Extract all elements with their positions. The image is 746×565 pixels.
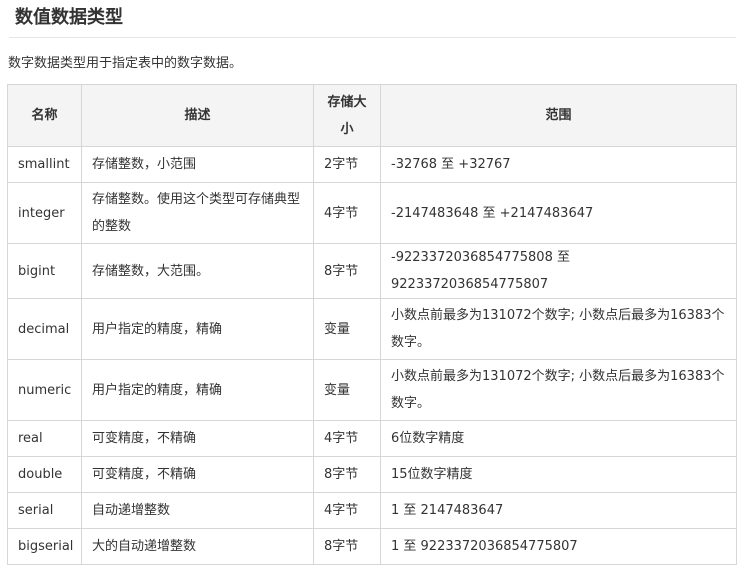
type-name-cell: decimal	[7, 298, 82, 360]
type-name-cell: bigserial	[7, 528, 82, 565]
description-cell: 用户指定的精度，精确	[81, 298, 314, 360]
description-cell: 自动递增整数	[81, 492, 314, 529]
description-cell: 可变精度，不精确	[81, 456, 314, 493]
type-name-cell: bigint	[7, 243, 82, 299]
range-cell: -9223372036854775808 至 92233720368547758…	[380, 243, 737, 299]
type-name-cell: numeric	[7, 359, 82, 421]
table-row: integer 存储整数。使用这个类型可存储典型的整数 4字节 -2147483…	[7, 182, 737, 244]
column-header-description: 描述	[81, 84, 314, 147]
column-header-range: 范围	[380, 84, 737, 147]
page: 数值数据类型 数字数据类型用于指定表中的数字数据。 名称 描述 存储大小 范围 …	[0, 0, 746, 565]
range-cell: 6位数字精度	[380, 420, 737, 457]
storage-size-cell: 4字节	[313, 492, 381, 529]
table-row: bigserial 大的自动递增整数 8字节 1 至 9223372036854…	[7, 528, 737, 565]
column-header-storage-size: 存储大小	[313, 84, 381, 147]
description-cell: 大的自动递增整数	[81, 528, 314, 565]
storage-size-cell: 8字节	[313, 528, 381, 565]
table-row: real 可变精度，不精确 4字节 6位数字精度	[7, 420, 737, 457]
range-cell: 1 至 9223372036854775807	[380, 528, 737, 565]
storage-size-cell: 变量	[313, 359, 381, 421]
description-cell: 可变精度，不精确	[81, 420, 314, 457]
description-cell: 用户指定的精度，精确	[81, 359, 314, 421]
description-cell: 存储整数，小范围	[81, 146, 314, 183]
table-row: double 可变精度，不精确 8字节 15位数字精度	[7, 456, 737, 493]
table-row: decimal 用户指定的精度，精确 变量 小数点前最多为131072个数字; …	[7, 298, 737, 360]
range-cell: -2147483648 至 +2147483647	[380, 182, 737, 244]
column-header-name: 名称	[7, 84, 82, 147]
range-cell: 1 至 2147483647	[380, 492, 737, 529]
range-cell: 小数点前最多为131072个数字; 小数点后最多为16383个数字。	[380, 298, 737, 360]
table-row: smallint 存储整数，小范围 2字节 -32768 至 +32767	[7, 146, 737, 183]
table-row: serial 自动递增整数 4字节 1 至 2147483647	[7, 492, 737, 529]
table-row: numeric 用户指定的精度，精确 变量 小数点前最多为131072个数字; …	[7, 359, 737, 421]
type-name-cell: serial	[7, 492, 82, 529]
range-cell: 15位数字精度	[380, 456, 737, 493]
description-cell: 存储整数，大范围。	[81, 243, 314, 299]
type-name-cell: double	[7, 456, 82, 493]
range-cell: 小数点前最多为131072个数字; 小数点后最多为16383个数字。	[380, 359, 737, 421]
section-heading: 数值数据类型	[15, 7, 123, 28]
storage-size-cell: 2字节	[313, 146, 381, 183]
storage-size-cell: 8字节	[313, 243, 381, 299]
table-header-row: 名称 描述 存储大小 范围	[7, 84, 737, 147]
table-row: bigint 存储整数，大范围。 8字节 -922337203685477580…	[7, 243, 737, 299]
type-name-cell: smallint	[7, 146, 82, 183]
description-cell: 存储整数。使用这个类型可存储典型的整数	[81, 182, 314, 244]
storage-size-cell: 变量	[313, 298, 381, 360]
range-cell: -32768 至 +32767	[380, 146, 737, 183]
heading-divider	[9, 37, 736, 38]
intro-paragraph: 数字数据类型用于指定表中的数字数据。	[8, 56, 243, 71]
numeric-types-table: 名称 描述 存储大小 范围 smallint 存储整数，小范围 2字节 -327…	[7, 84, 737, 565]
storage-size-cell: 4字节	[313, 182, 381, 244]
storage-size-cell: 4字节	[313, 420, 381, 457]
type-name-cell: real	[7, 420, 82, 457]
type-name-cell: integer	[7, 182, 82, 244]
storage-size-cell: 8字节	[313, 456, 381, 493]
